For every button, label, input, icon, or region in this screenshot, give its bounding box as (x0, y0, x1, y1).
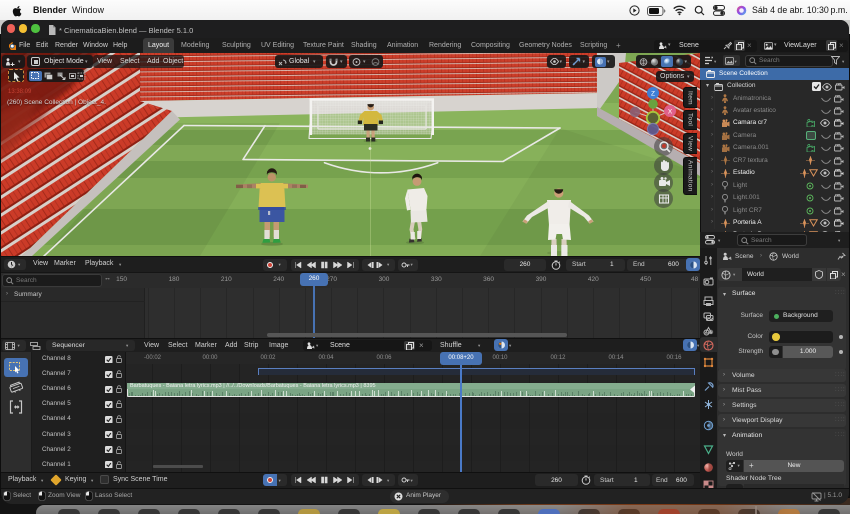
svg-text:Z: Z (651, 91, 655, 98)
svg-text:X: X (668, 109, 673, 116)
